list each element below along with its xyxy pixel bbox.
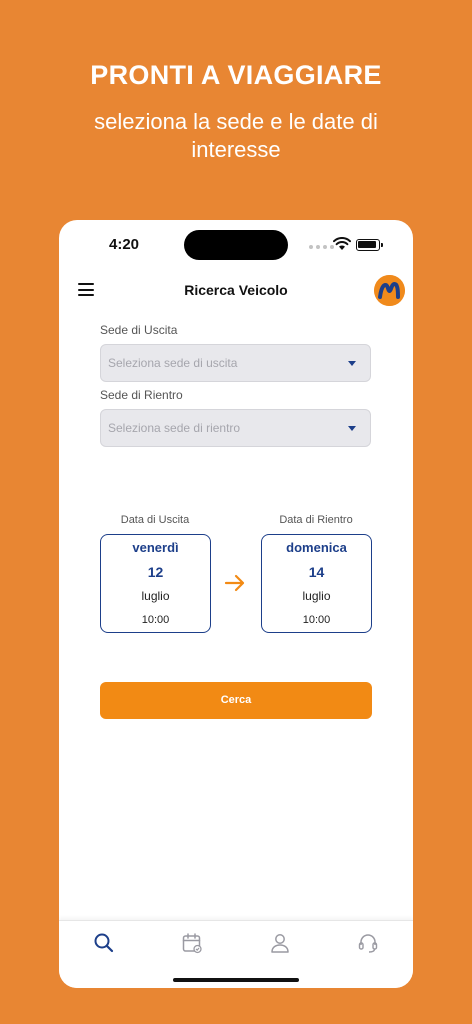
- search-icon[interactable]: [92, 931, 116, 955]
- return-weekday: domenica: [286, 540, 347, 555]
- promo-title: PRONTI A VIAGGIARE: [90, 60, 382, 90]
- avatar[interactable]: [374, 275, 405, 306]
- chevron-down-icon: [348, 361, 356, 366]
- m-logo-icon: [374, 275, 405, 306]
- home-indicator[interactable]: [173, 978, 299, 982]
- cellular-signal-icon: [309, 245, 334, 249]
- dynamic-island: [184, 230, 288, 260]
- support-headset-icon[interactable]: [356, 931, 380, 955]
- pickup-location-label: Sede di Uscita: [100, 323, 178, 337]
- pickup-location-select[interactable]: Seleziona sede di uscita: [100, 344, 371, 382]
- return-date-card[interactable]: domenica 14 luglio 10:00: [261, 534, 372, 633]
- calendar-icon[interactable]: [180, 931, 204, 955]
- return-time: 10:00: [302, 614, 331, 626]
- status-time: 4:20: [109, 236, 140, 253]
- phone-screen: 4:20 Ricerca Veicolo Sede di Uscita Sele…: [59, 220, 413, 988]
- promo-subtitle: seleziona la sede e le date di interesse: [94, 109, 378, 162]
- battery-icon: [356, 239, 383, 251]
- return-day: 14: [308, 564, 325, 580]
- search-button[interactable]: Cerca: [100, 682, 372, 719]
- pickup-time: 10:00: [141, 614, 170, 626]
- page-title: Ricerca Veicolo: [184, 282, 288, 298]
- pickup-date-card[interactable]: venerdì 12 luglio 10:00: [100, 534, 211, 633]
- pickup-day: 12: [147, 564, 164, 580]
- return-location-placeholder: Seleziona sede di rientro: [108, 421, 241, 435]
- wifi-icon: [333, 237, 351, 250]
- chevron-down-icon: [348, 426, 356, 431]
- return-month: luglio: [302, 589, 331, 603]
- return-location-label: Sede di Rientro: [100, 388, 183, 402]
- arrow-right-icon: [224, 574, 245, 592]
- user-icon[interactable]: [268, 931, 292, 955]
- pickup-location-placeholder: Seleziona sede di uscita: [108, 356, 238, 370]
- return-location-select[interactable]: Seleziona sede di rientro: [100, 409, 371, 447]
- pickup-date-label: Data di Uscita: [120, 514, 190, 526]
- return-date-label: Data di Rientro: [279, 514, 353, 526]
- pickup-month: luglio: [141, 589, 170, 603]
- pickup-weekday: venerdì: [132, 540, 179, 555]
